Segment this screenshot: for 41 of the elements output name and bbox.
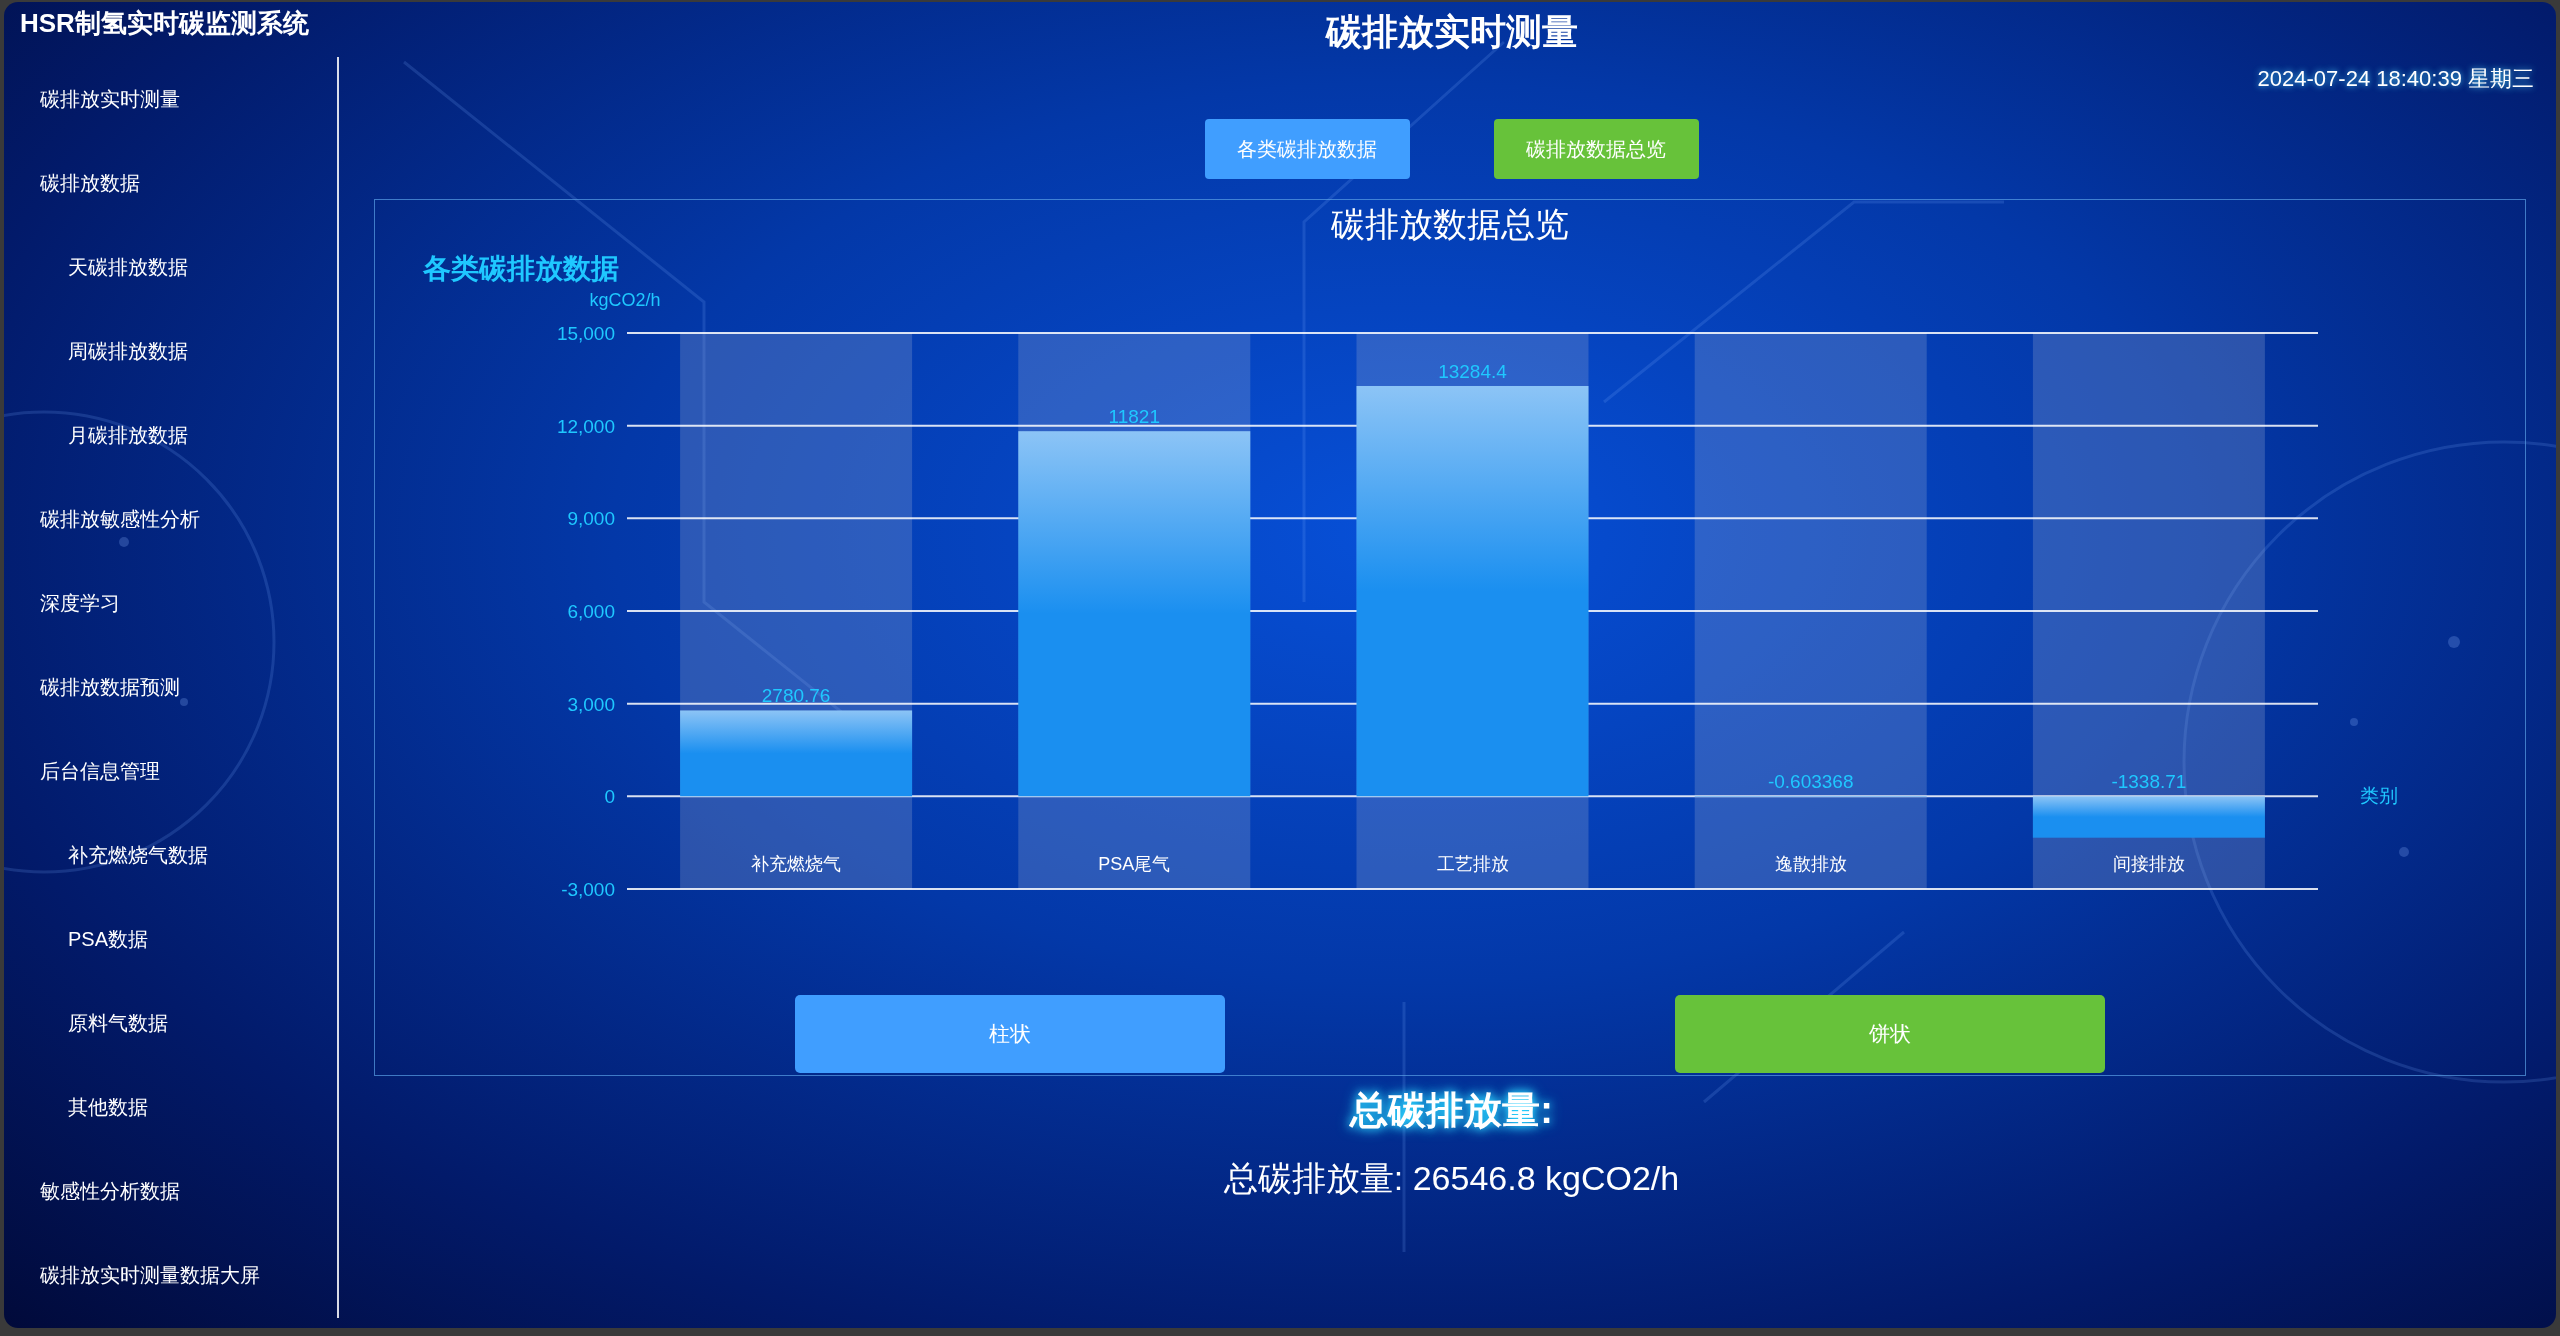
sidebar-item[interactable]: 月碳排放数据 — [68, 420, 188, 450]
data-label: -1338.71 — [2111, 771, 2187, 793]
axis-tick-label: 15,000 — [556, 323, 615, 344]
axis-tick-label: 6,000 — [567, 601, 615, 622]
sidebar-item[interactable]: 敏感性分析数据 — [40, 1176, 180, 1206]
sidebar-item[interactable]: 碳排放数据 — [40, 168, 140, 198]
category-label: PSA尾气 — [1098, 854, 1171, 874]
sidebar-item[interactable]: 周碳排放数据 — [68, 336, 188, 366]
data-label: 13284.4 — [1438, 361, 1507, 382]
data-label: 2780.76 — [761, 685, 831, 707]
axis-unit-label: kgCO2/h — [589, 290, 661, 310]
chart-title: 各类碳排放数据 — [423, 253, 619, 284]
app-title: HSR制氢实时碳监测系统 — [19, 7, 309, 40]
sidebar-item[interactable]: 其他数据 — [68, 1092, 148, 1122]
axis-tick-label: 3,000 — [567, 693, 615, 715]
data-label: 11821 — [1108, 406, 1160, 428]
category-label: 间接排放 — [2112, 854, 2185, 874]
sidebar-item[interactable]: 碳排放实时测量数据大屏 — [40, 1260, 260, 1290]
axis-tick-label: 9,000 — [567, 508, 615, 530]
category-label: 补充燃烧气 — [751, 854, 842, 874]
axis-tick-label: 12,000 — [556, 415, 615, 437]
sidebar-item[interactable]: 原料气数据 — [68, 1008, 168, 1038]
sidebar-item[interactable]: 深度学习 — [40, 588, 120, 618]
sidebar-item[interactable]: PSA数据 — [68, 924, 149, 954]
page-title: 碳排放实时测量 — [1325, 10, 1578, 54]
sidebar-item[interactable]: 天碳排放数据 — [68, 252, 188, 282]
sidebar-item[interactable]: 补充燃烧气数据 — [68, 840, 208, 870]
sidebar-item[interactable]: 后台信息管理 — [40, 756, 160, 786]
data-label: -0.603368 — [1767, 771, 1854, 793]
category-label: 工艺排放 — [1436, 854, 1509, 874]
total-emission-text: 总碳排放量: 26546.8 kgCO2/h — [1223, 1158, 1680, 1199]
category-label: 逸散排放 — [1774, 854, 1847, 874]
axis-tick-label: -3,000 — [561, 879, 615, 900]
total-heading: 总碳排放量: — [1350, 1088, 1553, 1133]
sidebar-item[interactable]: 碳排放敏感性分析 — [40, 504, 200, 534]
datetime-text: 2024-07-24 18:40:39 星期三 — [2257, 65, 2534, 93]
sidebar-item[interactable]: 碳排放数据预测 — [40, 672, 180, 702]
axis-name-label: 类别 — [2360, 785, 2398, 807]
axis-tick-label: 0 — [604, 786, 615, 808]
sidebar-item[interactable]: 碳排放实时测量 — [40, 84, 180, 114]
panel-title: 碳排放数据总览 — [1331, 204, 1569, 245]
